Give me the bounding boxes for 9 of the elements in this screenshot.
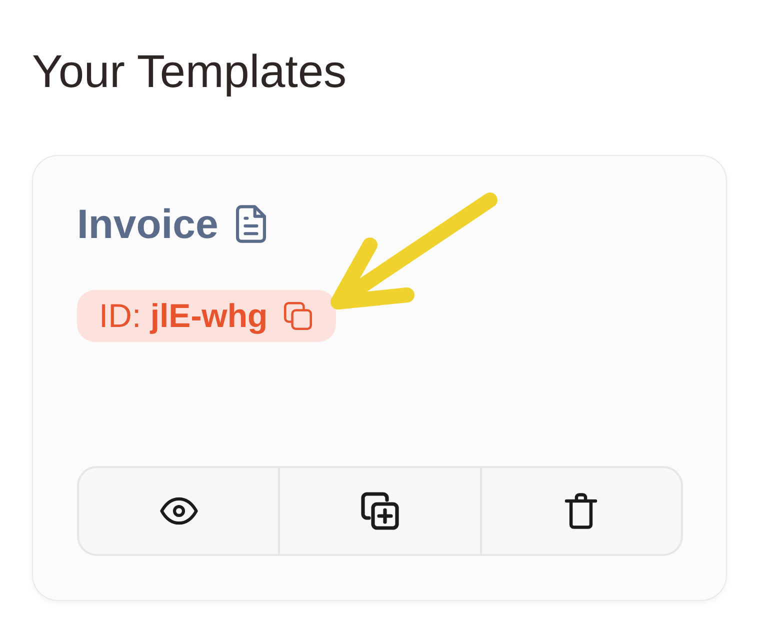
section-heading: Your Templates [32, 44, 347, 99]
eye-icon [160, 497, 198, 525]
view-button[interactable] [79, 468, 280, 554]
copy-icon[interactable] [284, 302, 312, 330]
template-name: Invoice [77, 202, 218, 246]
duplicate-icon [360, 492, 399, 530]
template-id: ID: jlE-whg [99, 298, 268, 334]
document-icon [236, 205, 266, 243]
trash-icon [564, 492, 598, 530]
